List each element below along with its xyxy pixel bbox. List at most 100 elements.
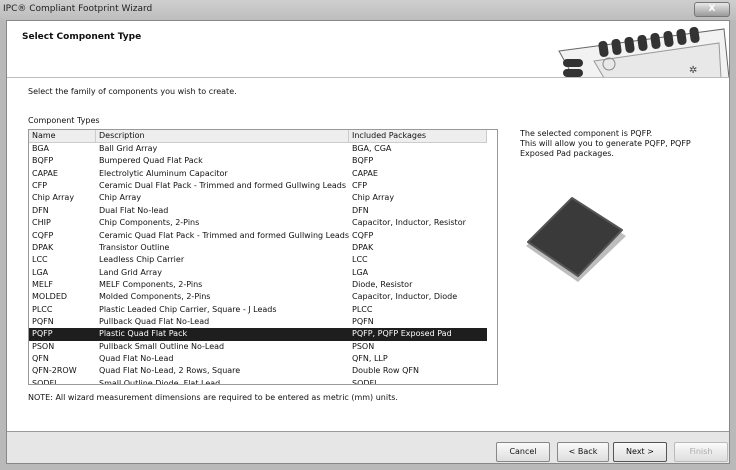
column-header-name[interactable]: Name xyxy=(29,130,96,142)
list-row-pqfp[interactable]: PQFP Plastic Quad Flat Pack PQFP, PQFP Exp… xyxy=(29,328,487,341)
row-description: Quad Flat No-Lead, 2 Rows, Square xyxy=(99,366,241,376)
list-row-qfn[interactable]: QFN Quad Flat No-Lead QFN, LLP xyxy=(29,353,497,365)
row-packages: QFN, LLP xyxy=(352,354,388,364)
row-name: CFP xyxy=(32,181,48,191)
row-packages: PQFN xyxy=(352,317,374,327)
row-description: Small Outline Diode, Flat Lead xyxy=(99,378,221,385)
row-packages: BQFP xyxy=(352,156,374,166)
row-packages: PLCC xyxy=(352,304,373,314)
next-button[interactable]: Next > xyxy=(613,442,667,462)
row-description: Ball Grid Array xyxy=(99,144,158,153)
close-button[interactable]: X xyxy=(694,2,730,17)
list-row-bqfp[interactable]: BQFP Bumpered Quad Flat Pack BQFP xyxy=(29,155,497,167)
row-name: Chip Array xyxy=(32,193,75,203)
row-name: LCC xyxy=(32,255,48,265)
row-name: DPAK xyxy=(32,242,54,252)
list-row-dfn[interactable]: DFN Dual Flat No-lead DFN xyxy=(29,205,497,217)
row-packages: PSON xyxy=(352,341,375,351)
cancel-button[interactable]: Cancel xyxy=(496,442,550,462)
row-name: PQFP xyxy=(32,329,53,339)
wizard-header: Select Component Type ✲ xyxy=(7,21,729,78)
metric-note: NOTE: All wizard measurement dimensions … xyxy=(28,393,398,402)
row-description: Pullback Small Outline No-Lead xyxy=(99,341,225,351)
row-description: Transistor Outline xyxy=(99,242,170,252)
row-name: SODFL xyxy=(32,378,59,385)
component-types-label: Component Types xyxy=(28,116,100,125)
row-packages: DFN xyxy=(352,205,369,215)
row-name: CQFP xyxy=(32,230,54,240)
instruction-text: Select the family of components you wish… xyxy=(28,87,237,96)
list-row-dpak[interactable]: DPAK Transistor Outline DPAK xyxy=(29,242,497,254)
list-row-chip-array[interactable]: Chip Array Chip Array Chip Array xyxy=(29,192,497,204)
row-name: CHIP xyxy=(32,218,51,228)
pqfp-chip-icon xyxy=(526,197,626,282)
row-description: Molded Components, 2-Pins xyxy=(99,292,211,302)
row-packages: CQFP xyxy=(352,230,374,240)
window-title: IPC® Compliant Footprint Wizard xyxy=(3,4,153,14)
page-title: Select Component Type xyxy=(22,32,142,42)
list-row-sodfl[interactable]: SODFL Small Outline Diode, Flat Lead SODFL xyxy=(29,378,497,385)
row-packages: LGA xyxy=(352,267,369,277)
row-name: PSON xyxy=(32,341,55,351)
row-name: QFN-2ROW xyxy=(32,366,77,376)
row-packages: Capacitor, Inductor, Resistor xyxy=(352,218,466,228)
row-packages: LCC xyxy=(352,255,368,265)
row-name: QFN xyxy=(32,354,49,364)
column-header-description[interactable]: Description xyxy=(96,130,349,142)
row-packages: CFP xyxy=(352,181,368,191)
row-packages: Double Row QFN xyxy=(352,366,419,376)
svg-text:✲: ✲ xyxy=(689,65,697,76)
list-row-cfp[interactable]: CFP Ceramic Dual Flat Pack - Trimmed and … xyxy=(29,180,497,192)
footprint-illustration-icon: ✲ xyxy=(558,26,729,77)
wizard-window: Select Component Type ✲ Select the famil… xyxy=(6,20,730,464)
finish-button[interactable]: Finish xyxy=(674,442,728,462)
selection-info: The selected component is PQFP. This wil… xyxy=(520,129,720,159)
row-description: Quad Flat No-Lead xyxy=(99,354,174,364)
row-name: CAPAE xyxy=(32,168,58,178)
row-packages: CAPAE xyxy=(352,168,378,178)
list-row-lcc[interactable]: LCC Leadless Chip Carrier LCC xyxy=(29,254,497,266)
list-row-capae[interactable]: CAPAE Electrolytic Aluminum Capacitor CAPA… xyxy=(29,168,497,180)
row-description: Chip Array xyxy=(99,193,142,203)
list-row-lga[interactable]: LGA Land Grid Array LGA xyxy=(29,267,497,279)
row-description: Plastic Quad Flat Pack xyxy=(99,329,188,339)
row-name: PLCC xyxy=(32,304,53,314)
column-header-packages[interactable]: Included Packages xyxy=(349,130,487,142)
row-name: MOLDED xyxy=(32,292,68,302)
list-row-cqfp[interactable]: CQFP Ceramic Quad Flat Pack - Trimmed and… xyxy=(29,230,497,242)
row-packages: Capacitor, Inductor, Diode xyxy=(352,292,458,302)
row-name: BQFP xyxy=(32,156,54,166)
button-bar: Cancel < Back Next > Finish xyxy=(7,431,729,463)
info-line-2: This will allow you to generate PQFP, PQ… xyxy=(520,139,691,158)
list-row-bga[interactable]: BGA Ball Grid Array BGA, CGA xyxy=(29,143,497,155)
row-description: MELF Components, 2-Pins xyxy=(99,279,203,289)
row-packages: SODFL xyxy=(352,378,379,385)
row-description: Leadless Chip Carrier xyxy=(99,255,185,265)
list-row-qfn-2row[interactable]: QFN-2ROW Quad Flat No-Lead, 2 Rows, Squar… xyxy=(29,365,497,377)
list-row-melf[interactable]: MELF MELF Components, 2-Pins Diode, Resist… xyxy=(29,279,497,291)
row-packages: BGA, CGA xyxy=(352,144,392,153)
row-description: Electrolytic Aluminum Capacitor xyxy=(99,168,228,178)
row-description: Land Grid Array xyxy=(99,267,162,277)
list-row-molded[interactable]: MOLDED Molded Components, 2-Pins Capacitor… xyxy=(29,291,497,303)
list-row-plcc[interactable]: PLCC Plastic Leaded Chip Carrier, Square … xyxy=(29,304,497,316)
row-description: Plastic Leaded Chip Carrier, Square - J … xyxy=(99,304,277,314)
row-description: Pullback Quad Flat No-Lead xyxy=(99,317,210,327)
row-packages: Diode, Resistor xyxy=(352,279,413,289)
back-button[interactable]: < Back xyxy=(557,442,609,462)
list-row-chip[interactable]: CHIP Chip Components, 2-Pins Capacitor, In… xyxy=(29,217,497,229)
row-description: Ceramic Quad Flat Pack - Trimmed and for… xyxy=(99,230,349,240)
row-description: Ceramic Dual Flat Pack - Trimmed and for… xyxy=(99,181,347,191)
list-row-pqfn[interactable]: PQFN Pullback Quad Flat No-Lead PQFN xyxy=(29,316,497,328)
info-line-1: The selected component is PQFP. xyxy=(520,129,653,138)
row-name: LGA xyxy=(32,267,49,277)
component-types-list[interactable]: Name Description Included Packages BGA Ba… xyxy=(28,129,498,385)
list-row-pson[interactable]: PSON Pullback Small Outline No-Lead PSON xyxy=(29,341,497,353)
row-description: Dual Flat No-lead xyxy=(99,205,169,215)
title-bar: IPC® Compliant Footprint Wizard X xyxy=(0,0,736,20)
row-name: MELF xyxy=(32,279,54,289)
list-header: Name Description Included Packages xyxy=(29,130,487,143)
row-description: Bumpered Quad Flat Pack xyxy=(99,156,203,166)
row-name: PQFN xyxy=(32,317,54,327)
row-name: BGA xyxy=(32,144,50,153)
